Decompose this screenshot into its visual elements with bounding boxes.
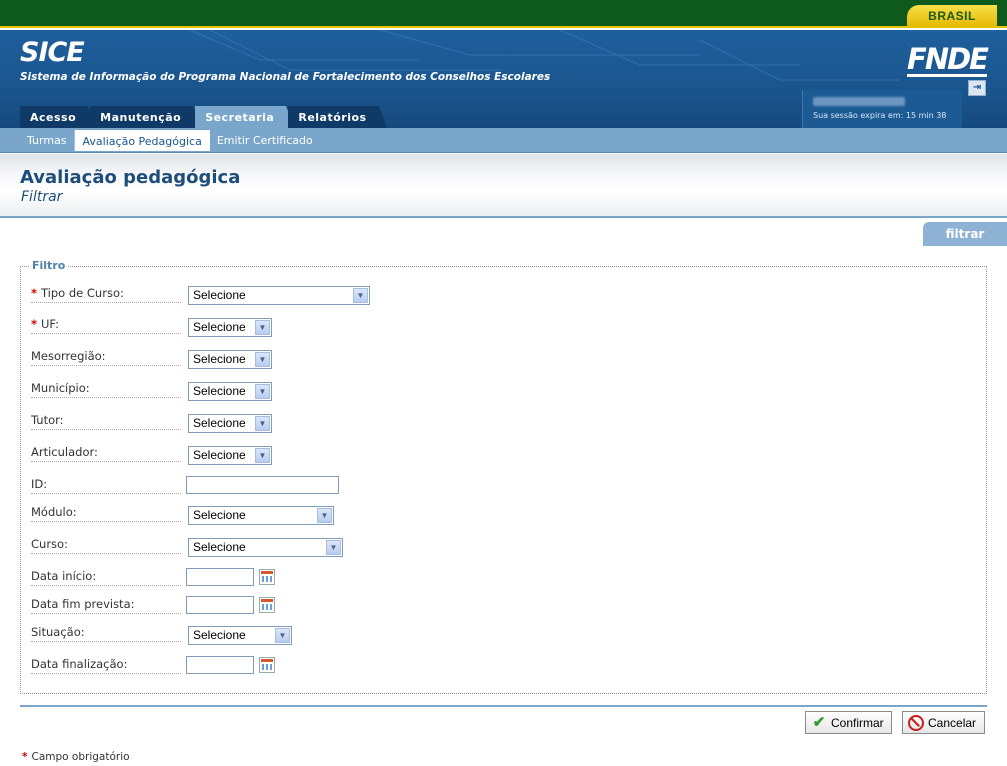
fnde-logo: FNDE (907, 42, 989, 77)
data-finalizacao-input[interactable] (186, 656, 254, 674)
mesorregiao-label: Mesorregião: (31, 349, 181, 366)
articulador-label: Articulador: (31, 445, 181, 462)
government-bar: BRASIL (0, 0, 1007, 28)
tipo-curso-label: * Tipo de Curso: (31, 286, 181, 303)
tab-acesso[interactable]: Acesso (20, 106, 97, 128)
cancel-button[interactable]: Cancelar (902, 711, 985, 734)
tab-relatorios[interactable]: Relatórios (288, 106, 387, 128)
brasil-badge[interactable]: BRASIL (907, 5, 997, 27)
uf-label: * UF: (31, 317, 181, 334)
calendar-icon[interactable] (259, 597, 275, 613)
form-divider (20, 705, 987, 707)
tutor-label: Tutor: (31, 413, 181, 430)
submenu-avaliacao-pedagogica[interactable]: Avaliação Pedagógica (74, 130, 210, 151)
app-header: SICE Sistema de Informação do Programa N… (0, 30, 1007, 128)
chevron-down-icon: ▼ (353, 288, 368, 303)
page-subtitle: Filtrar (21, 189, 63, 205)
tab-secretaria[interactable]: Secretaria (195, 106, 295, 128)
uf-select[interactable]: Selecione ▼ (188, 318, 272, 337)
curso-label: Curso: (31, 537, 181, 554)
chevron-down-icon: ▼ (255, 448, 270, 463)
confirm-button[interactable]: ✔ Confirmar (805, 711, 892, 734)
submenu-bar: Turmas Avaliação Pedagógica Emitir Certi… (0, 128, 1007, 153)
chevron-down-icon: ▼ (255, 384, 270, 399)
municipio-label: Município: (31, 381, 181, 398)
modulo-select[interactable]: Selecione ▼ (188, 506, 334, 525)
curso-select[interactable]: Selecione ▼ (188, 538, 343, 557)
data-fim-prevista-input[interactable] (186, 596, 254, 614)
data-inicio-label: Data início: (31, 569, 181, 586)
app-title: SICE (20, 37, 85, 68)
data-finalizacao-label: Data finalização: (31, 657, 181, 674)
tipo-curso-select[interactable]: Selecione ▼ (188, 286, 370, 305)
required-mark: * (31, 317, 38, 331)
chevron-down-icon: ▼ (275, 628, 290, 643)
app-subtitle: Sistema de Informação do Programa Nacion… (20, 71, 551, 83)
calendar-icon[interactable] (259, 569, 275, 585)
submenu-turmas[interactable]: Turmas (20, 130, 75, 151)
main-tabs: Acesso Manutenção Secretaria Relatórios (20, 106, 387, 128)
tutor-select[interactable]: Selecione ▼ (188, 414, 272, 433)
page-title: Avaliação pedagógica (20, 167, 241, 188)
required-mark: * (31, 286, 38, 300)
modulo-label: Módulo: (31, 505, 181, 522)
mesorregiao-select[interactable]: Selecione ▼ (188, 350, 272, 369)
tab-manutencao[interactable]: Manutenção (90, 106, 202, 128)
session-box: Sua sessão expira em: 15 min 38 (802, 90, 962, 128)
required-mark: * (22, 751, 28, 763)
fieldset-legend: Filtro (29, 259, 69, 272)
cancel-icon (908, 714, 924, 731)
filter-tab[interactable]: filtrar (923, 222, 1007, 246)
calendar-icon[interactable] (259, 657, 275, 673)
page-header: Avaliação pedagógica Filtrar (0, 154, 1007, 218)
chevron-down-icon: ▼ (255, 320, 270, 335)
municipio-select[interactable]: Selecione ▼ (188, 382, 272, 401)
session-expire-text: Sua sessão expira em: 15 min 38 (813, 111, 947, 120)
logout-icon[interactable]: ⇥ (968, 80, 986, 96)
situacao-label: Situação: (31, 625, 181, 642)
id-input[interactable] (186, 476, 339, 494)
required-field-note: * Campo obrigatório (22, 751, 130, 763)
chevron-down-icon: ▼ (255, 416, 270, 431)
data-fim-prevista-label: Data fim prevista: (31, 597, 181, 614)
session-user-blurred (813, 97, 905, 106)
situacao-select[interactable]: Selecione ▼ (188, 626, 292, 645)
id-label: ID: (31, 477, 181, 494)
articulador-select[interactable]: Selecione ▼ (188, 446, 272, 465)
chevron-down-icon: ▼ (326, 540, 341, 555)
checkmark-icon: ✔ (812, 713, 826, 731)
chevron-down-icon: ▼ (317, 508, 332, 523)
data-inicio-input[interactable] (186, 568, 254, 586)
chevron-down-icon: ▼ (255, 352, 270, 367)
submenu-emitir-certificado[interactable]: Emitir Certificado (210, 130, 320, 151)
